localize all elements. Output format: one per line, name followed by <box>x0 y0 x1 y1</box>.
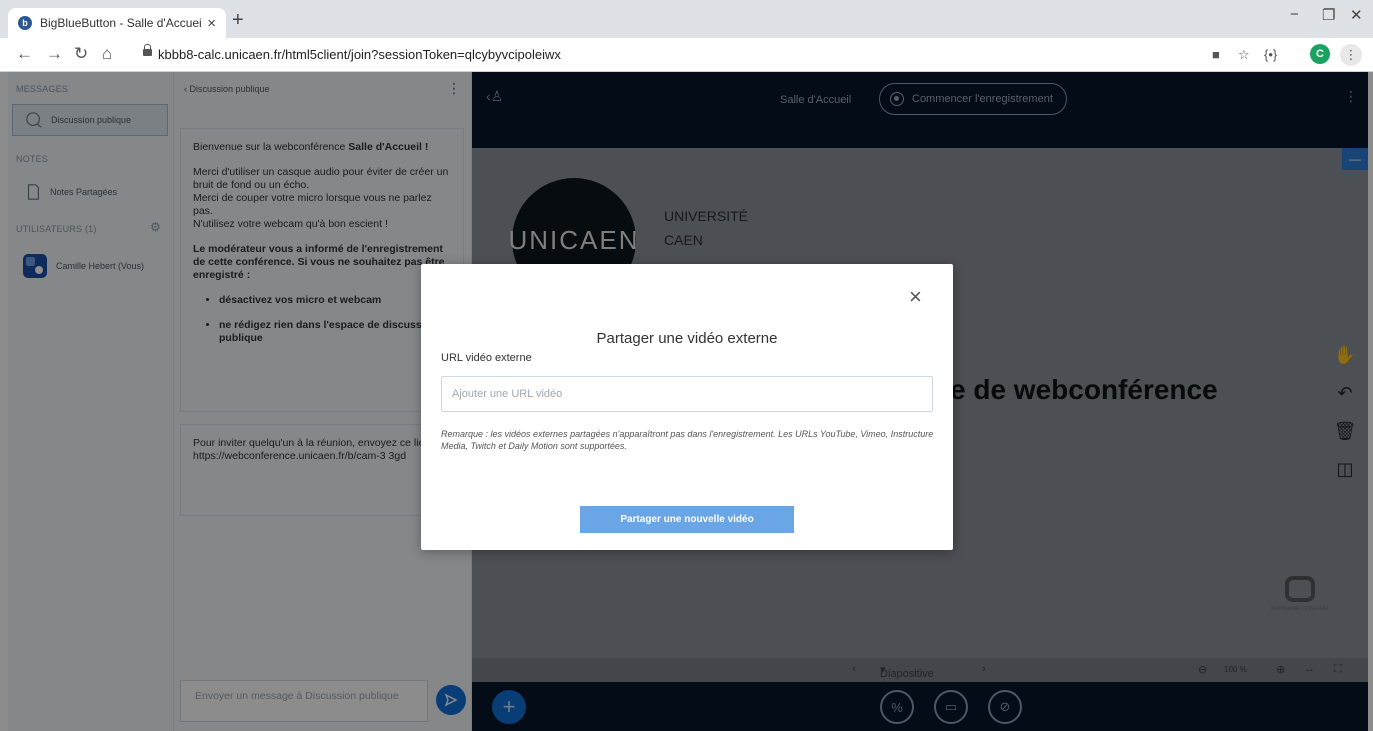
external-video-modal: × Partager une vidéo externe URL vidéo e… <box>421 264 953 550</box>
tab-close-icon[interactable]: × <box>207 15 216 32</box>
bookmark-star-icon[interactable]: ☆ <box>1238 47 1250 63</box>
video-url-label: URL vidéo externe <box>441 352 532 364</box>
modal-close-icon[interactable]: × <box>909 286 922 308</box>
window-minimize-button[interactable]: − <box>1290 6 1299 23</box>
reload-icon[interactable]: ↻ <box>74 45 88 63</box>
modal-note: Remarque : les vidéos externes partagées… <box>441 429 934 451</box>
browser-tab[interactable]: b BigBlueButton - Salle d'Accueil × <box>8 8 226 38</box>
address-bar[interactable]: kbbb8-calc.unicaen.fr/html5client/join?s… <box>158 47 561 62</box>
new-tab-button[interactable]: + <box>232 10 244 30</box>
window-maximize-button[interactable]: ❐ <box>1322 6 1335 24</box>
browser-tabbar: b BigBlueButton - Salle d'Accueil × + − … <box>0 0 1373 38</box>
bigbluebutton-favicon-icon: b <box>18 16 32 30</box>
browser-toolbar: ← → ↻ ⌂ kbbb8-calc.unicaen.fr/html5clien… <box>0 38 1373 72</box>
browser-menu-icon[interactable]: ⋮ <box>1340 44 1362 66</box>
window-close-button[interactable]: ✕ <box>1350 6 1363 24</box>
extension-icon[interactable]: {•} <box>1264 47 1277 62</box>
tab-title: BigBlueButton - Salle d'Accueil <box>40 16 202 30</box>
share-video-button[interactable]: Partager une nouvelle vidéo <box>580 506 794 533</box>
profile-avatar[interactable]: C <box>1310 44 1330 64</box>
lock-icon <box>143 44 152 57</box>
camera-icon[interactable]: ■ <box>1212 47 1220 62</box>
video-url-input[interactable] <box>441 376 933 412</box>
back-arrow-icon[interactable]: ← <box>16 45 33 63</box>
forward-arrow-icon[interactable]: → <box>46 45 63 63</box>
home-icon[interactable]: ⌂ <box>102 45 112 63</box>
modal-title: Partager une vidéo externe <box>596 330 778 347</box>
